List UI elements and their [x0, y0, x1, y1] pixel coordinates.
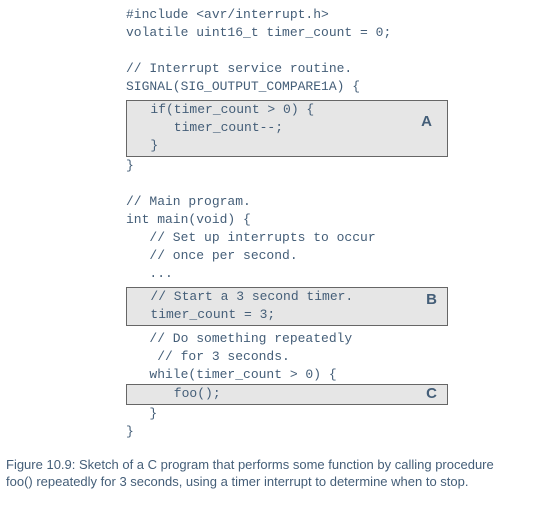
code-line: timer_count--; — [127, 120, 283, 135]
box-c-label: C — [426, 385, 437, 403]
box-b: B // Start a 3 second timer. timer_count… — [126, 287, 448, 326]
code-line: ... — [6, 265, 546, 283]
box-a-label: A — [421, 113, 432, 131]
code-line: } — [6, 157, 546, 175]
box-b-label: B — [426, 291, 437, 309]
box-c: C foo(); — [126, 384, 448, 405]
box-a: A if(timer_count > 0) { timer_count--; } — [126, 100, 448, 157]
code-blank — [6, 175, 546, 193]
code-line: #include <avr/interrupt.h> — [6, 6, 546, 24]
code-line: // for 3 seconds. — [6, 348, 546, 366]
code-line: foo(); — [127, 386, 221, 401]
code-line: // Interrupt service routine. — [6, 60, 546, 78]
code-line: SIGNAL(SIG_OUTPUT_COMPARE1A) { — [6, 78, 546, 96]
code-line: if(timer_count > 0) { — [127, 102, 314, 117]
code-line: } — [6, 405, 546, 423]
code-line: } — [127, 138, 158, 153]
code-line: volatile uint16_t timer_count = 0; — [6, 24, 546, 42]
code-line: // Main program. — [6, 193, 546, 211]
code-line: // Do something repeatedly — [6, 330, 546, 348]
code-line: int main(void) { — [6, 211, 546, 229]
figure-caption: Figure 10.9: Sketch of a C program that … — [6, 456, 516, 490]
code-line: // once per second. — [6, 247, 546, 265]
code-line: // Set up interrupts to occur — [6, 229, 546, 247]
code-line: timer_count = 3; — [127, 307, 275, 322]
code-line: // Start a 3 second timer. — [127, 289, 353, 304]
code-line: } — [6, 423, 546, 441]
code-block: #include <avr/interrupt.h> volatile uint… — [6, 6, 546, 441]
code-line: while(timer_count > 0) { — [6, 366, 546, 384]
code-blank — [6, 42, 546, 60]
